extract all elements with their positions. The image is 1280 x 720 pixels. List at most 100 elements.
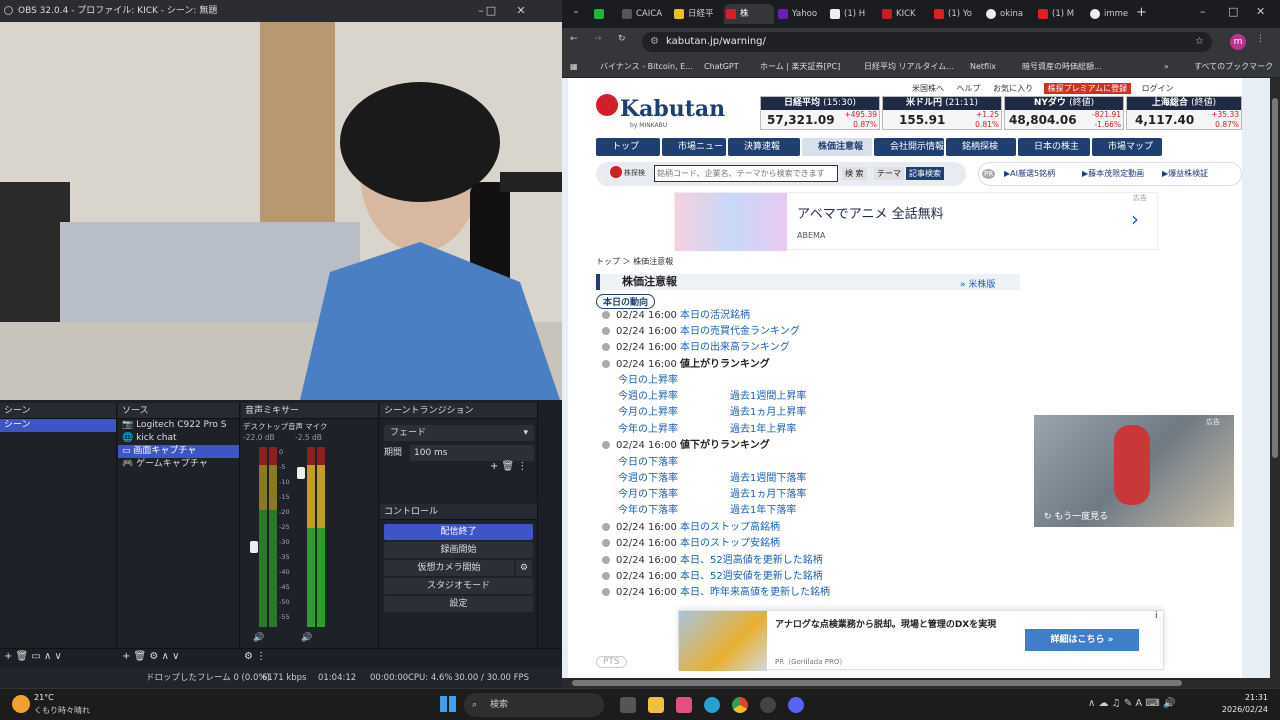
list-item[interactable]: 02/24 16:00 本日の売買代金ランキング [602, 325, 800, 339]
mixer-toolbar-icons[interactable]: ⚙ ⋮ [244, 651, 266, 662]
taskbar-search[interactable]: ⌕ 検索 [464, 693, 604, 717]
scene-item[interactable]: シーン [0, 419, 116, 432]
gear-icon[interactable]: ⚙ [516, 560, 532, 576]
tab-list-icon[interactable]: ⌄ [568, 6, 584, 22]
bookmark-rakuten[interactable]: ホーム | 楽天証券[PC] [760, 56, 840, 78]
source-item-webcam[interactable]: 📷 Logitech C922 Pro S [118, 419, 239, 432]
reload-icon[interactable]: ↻ [618, 34, 626, 44]
item-link[interactable]: 本日の売買代金ランキング [680, 326, 800, 337]
item-link[interactable]: 本日のストップ安銘柄 [680, 538, 780, 549]
forward-icon[interactable]: → [594, 34, 602, 44]
nav-market-news[interactable]: 市場ニュース [662, 138, 726, 170]
tab-2[interactable]: 日経平 [672, 4, 722, 24]
up-link-1w[interactable]: 過去1週間上昇率 [730, 390, 806, 404]
bookmark-nikkei[interactable]: 日経平均 リアルタイム... [864, 56, 954, 78]
down-link-year[interactable]: 今年の下落率 [618, 504, 678, 518]
close-icon[interactable]: ✕ [1256, 5, 1265, 18]
replay-button[interactable]: ↻ もう一度見る [1044, 509, 1108, 522]
duration-input[interactable]: 100 ms [410, 445, 534, 461]
chrome-icon[interactable] [732, 697, 748, 713]
tab-9[interactable]: (1) M [1036, 4, 1086, 24]
virtual-camera-button[interactable]: 仮想カメラ開始 [384, 560, 514, 576]
ticker-nikkei[interactable]: 日経平均 (15:30) 57,321.09 +495.39 0.87% [760, 96, 880, 130]
scene-toolbar-icons[interactable]: + 🗑 ▭ ∧ ∨ [4, 651, 62, 662]
list-item[interactable]: 02/24 16:00 本日、52週安値を更新した銘柄 [602, 570, 823, 584]
bookmark-chatgpt[interactable]: ChatGPT [704, 56, 739, 78]
nav-disclosure[interactable]: 会社開示情報 [874, 138, 944, 156]
more-bookmarks-icon[interactable]: » [1164, 56, 1169, 78]
up-link-1m[interactable]: 過去1ヵ月上昇率 [730, 406, 806, 420]
info-icon[interactable]: i [1155, 611, 1158, 621]
list-item[interactable]: 02/24 16:00 本日の活況銘柄 [602, 309, 750, 323]
up-link-today[interactable]: 今日の上昇率 [618, 374, 678, 388]
bookmark-binance[interactable]: バイナンス - Bitcoin, E... [600, 56, 693, 78]
ticker-nydow[interactable]: NYダウ (終値) 48,804.06 -821.91 -1.66% [1004, 96, 1124, 130]
scrollbar[interactable] [1270, 78, 1280, 688]
up-link-year[interactable]: 今年の上昇率 [618, 423, 678, 437]
pr-link-1[interactable]: ▶AI厳選5銘柄 [1004, 168, 1055, 179]
pr-link-2[interactable]: ▶藤本茂限定動画 [1082, 168, 1144, 179]
h-scrollbar-thumb[interactable] [572, 680, 1182, 686]
tab-8[interactable]: okina [984, 4, 1034, 24]
tab-10[interactable]: imme [1088, 4, 1138, 24]
up-link-month[interactable]: 今月の上昇率 [618, 406, 678, 420]
close-icon[interactable]: ✕ [506, 0, 536, 22]
nav-earnings[interactable]: 決算速報 [728, 138, 800, 156]
tab-4[interactable]: Yahoo [776, 4, 826, 24]
tab-0[interactable] [592, 4, 618, 24]
down-link-1y[interactable]: 過去1年下落率 [730, 504, 796, 518]
item-link[interactable]: 本日、昨年来高値を更新した銘柄 [680, 587, 830, 598]
mixer-ch1-speaker-icon[interactable]: 🔊 [253, 633, 264, 643]
down-link-month[interactable]: 今月の下落率 [618, 488, 678, 502]
mixer-ch2-fader[interactable] [297, 467, 305, 479]
tab-5[interactable]: (1) H [828, 4, 878, 24]
list-item[interactable]: 02/24 16:00 本日の出来高ランキング [602, 341, 790, 355]
tab-7[interactable]: (1) Yo [932, 4, 982, 24]
nav-market-map[interactable]: 市場マップ [1092, 138, 1162, 156]
down-link-today[interactable]: 今日の下落率 [618, 456, 678, 470]
source-toolbar-icons[interactable]: + 🗑 ⚙ ∧ ∨ [122, 651, 179, 662]
down-link-1w[interactable]: 過去1週間下落率 [730, 472, 806, 486]
start-icon[interactable] [440, 696, 456, 712]
source-item-screen-capture[interactable]: ▭ 画面キャプチャ [118, 445, 239, 458]
premium-button[interactable]: 株探プレミアムに登録 [1043, 83, 1132, 94]
start-recording-button[interactable]: 録画開始 [384, 542, 533, 558]
apps-icon[interactable]: ▦ [570, 56, 578, 78]
maximize-icon[interactable]: □ [476, 0, 506, 22]
nav-top[interactable]: トップ [596, 138, 660, 156]
ticker-usdjpy[interactable]: 米ドル円 (21:11) 155.91 +1.25 0.81% [882, 96, 1002, 130]
maximize-icon[interactable]: □ [1228, 5, 1238, 18]
list-item[interactable]: 02/24 16:00 本日、昨年来高値を更新した銘柄 [602, 586, 830, 600]
down-link-week[interactable]: 今週の下落率 [618, 472, 678, 486]
new-tab-icon[interactable]: + [1136, 5, 1147, 20]
app-icon[interactable] [676, 697, 692, 713]
site-info-icon[interactable]: ⚙ [650, 32, 659, 52]
us-stocks-link[interactable]: 米国株へ [912, 84, 944, 93]
theme-button[interactable]: テーマ [874, 167, 904, 180]
edge-icon[interactable] [704, 697, 720, 713]
item-link[interactable]: 本日の活況銘柄 [680, 310, 750, 321]
minimize-icon[interactable]: – [1200, 5, 1206, 18]
details-button[interactable]: 詳細はこちら » [1025, 629, 1139, 651]
profile-avatar[interactable]: m [1230, 34, 1246, 50]
list-item[interactable]: 02/24 16:00 本日のストップ高銘柄 [602, 521, 780, 535]
list-item[interactable]: 02/24 16:00 本日、52週高値を更新した銘柄 [602, 554, 823, 568]
file-explorer-icon[interactable] [648, 697, 664, 713]
abema-ad[interactable]: アベマでアニメ 全話無料 ABEMA › 広告 [674, 192, 1158, 251]
studio-mode-button[interactable]: スタジオモード [384, 578, 533, 594]
search-input[interactable] [654, 165, 838, 182]
ticker-shanghai[interactable]: 上海総合 (終値) 4,117.40 +35.33 0.87% [1126, 96, 1242, 130]
bookmark-crypto[interactable]: 暗号資産の時価総額... [1022, 56, 1102, 78]
task-view-icon[interactable] [620, 697, 636, 713]
discord-icon[interactable] [788, 697, 804, 713]
item-link[interactable]: 本日のストップ高銘柄 [680, 522, 780, 533]
menu-icon[interactable]: ⋮ [1256, 34, 1265, 44]
address-bar[interactable]: ⚙ kabutan.jp/warning/ ☆ [642, 32, 1212, 52]
nav-price-alert[interactable]: 株価注意報 [802, 138, 872, 156]
star-icon[interactable]: ☆ [1195, 32, 1204, 52]
tab-6[interactable]: KICK [880, 4, 930, 24]
tray-icons[interactable]: ∧ ☁ ♫ ✎ A ⌨ 🔊 [1088, 698, 1175, 709]
stop-streaming-button[interactable]: 配信終了 [384, 524, 533, 540]
h-scrollbar[interactable] [562, 678, 1270, 688]
nav-explore[interactable]: 銘柄探検 [946, 138, 1016, 156]
